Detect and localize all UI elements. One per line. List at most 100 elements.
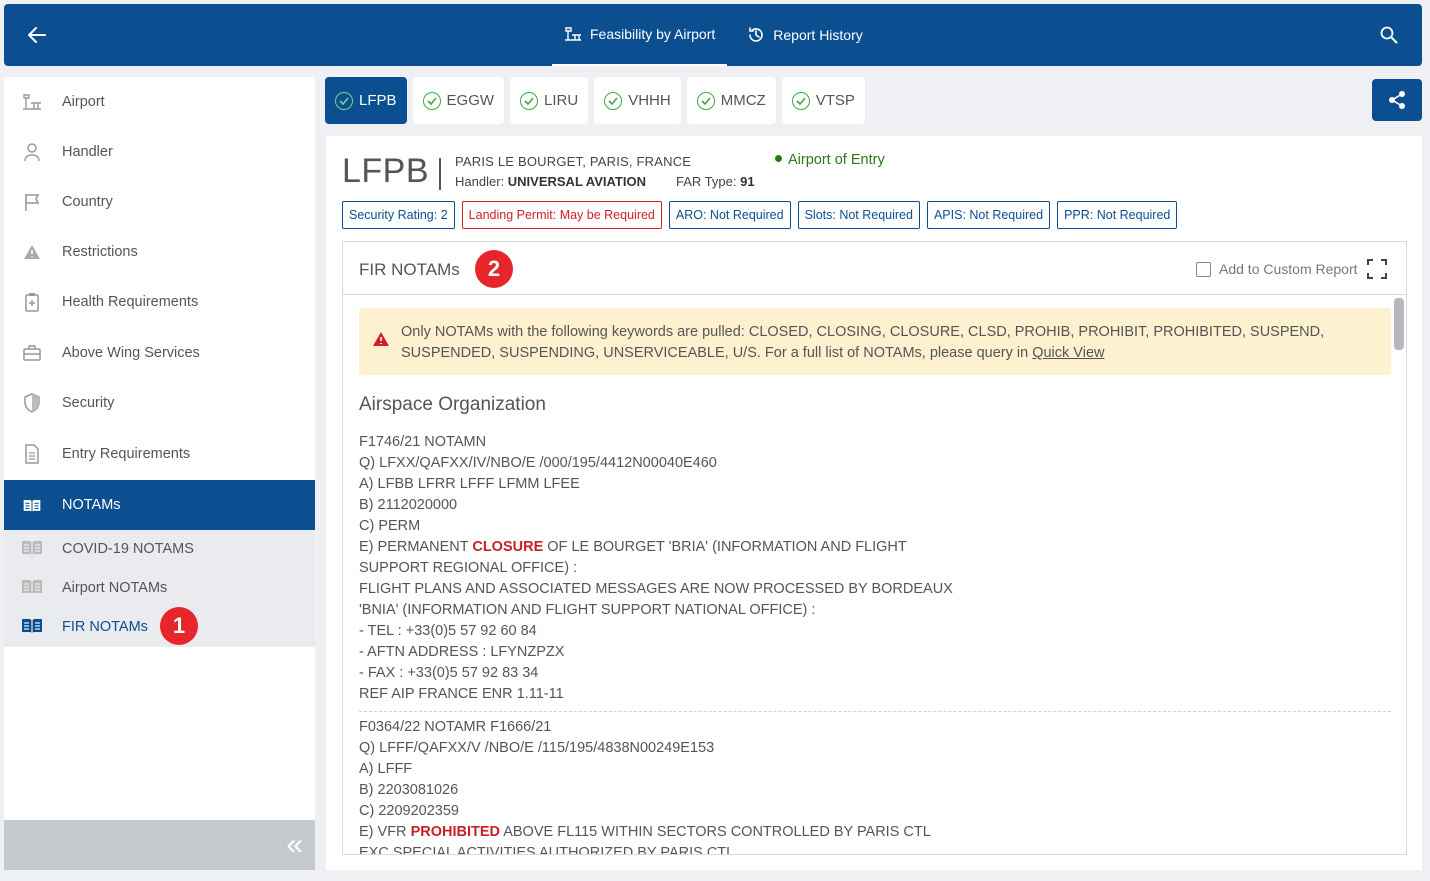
tab-lfpb[interactable]: LFPB (325, 77, 407, 124)
notam-keyword: PROHIBITED (410, 824, 500, 840)
chip-apis[interactable]: APIS: Not Required (926, 201, 1051, 229)
shield-icon (22, 393, 42, 413)
share-icon (1389, 91, 1405, 109)
notam-line: E) VFR PROHIBITED ABOVE FL115 WITHIN SEC… (359, 822, 1389, 843)
sidebar-item-entry-requirements[interactable]: Entry Requirements (4, 429, 315, 479)
add-to-custom-report-checkbox[interactable]: Add to Custom Report (1196, 261, 1358, 277)
warning-message: Only NOTAMs with the following keywords … (401, 324, 1325, 361)
expand-icon[interactable] (1366, 258, 1388, 285)
nav-label: Report History (773, 27, 863, 43)
sidebar-item-above-wing-services[interactable]: Above Wing Services (4, 328, 315, 378)
notam-line: 'BNIA' (INFORMATION AND FLIGHT SUPPORT N… (359, 602, 816, 618)
notam-line: F1746/21 NOTAMN (359, 434, 487, 450)
notam-line: A) LFBB LFRR LFFF LFMM LFEE (359, 476, 580, 492)
notam-text: E) PERMANENT (359, 539, 473, 555)
divider (439, 158, 441, 190)
tab-vhhh[interactable]: VHHH (594, 77, 681, 124)
section-heading: Airspace Organization (359, 394, 546, 415)
notam-line: E) PERMANENT CLOSURE OF LE BOURGET 'BRIA… (359, 537, 1389, 558)
check-circle-icon (696, 91, 715, 110)
tab-label: VHHH (628, 92, 671, 109)
book-icon (20, 538, 44, 560)
notams-scroll-area[interactable]: Only NOTAMs with the following keywords … (343, 296, 1406, 854)
airport-icon (565, 27, 581, 41)
sidebar-item-restrictions[interactable]: Restrictions (4, 227, 315, 277)
top-bar: Feasibility by Airport Report History (4, 4, 1422, 66)
sidebar-subitem-label: COVID-19 NOTAMS (62, 541, 194, 557)
notam-line: C) 2209202359 (359, 803, 459, 819)
sidebar-item-security[interactable]: Security (4, 378, 315, 428)
fir-notams-card: FIR NOTAMs 2 Add to Custom Report Only N… (342, 241, 1407, 855)
airport-name: PARIS LE BOURGET, PARIS, FRANCE (455, 154, 692, 169)
quick-view-link[interactable]: Quick View (1032, 345, 1104, 361)
check-circle-icon (335, 91, 353, 110)
card-header: FIR NOTAMs 2 Add to Custom Report (343, 242, 1406, 295)
sidebar-item-label: NOTAMs (62, 497, 121, 513)
sidebar-item-health-requirements[interactable]: Health Requirements (4, 277, 315, 327)
airport-icon (22, 92, 42, 112)
tab-label: MMCZ (720, 92, 766, 109)
sidebar-item-handler[interactable]: Handler (4, 127, 315, 177)
notam-line: B) 2203081026 (359, 782, 459, 798)
notam-entry: F1746/21 NOTAMN Q) LFXX/QAFXX/IV/NBO/E /0… (359, 432, 1389, 705)
tab-report-history[interactable]: Report History (735, 4, 874, 66)
notam-line: - TEL : +33(0)5 57 92 60 84 (359, 623, 537, 639)
tab-liru[interactable]: LIRU (510, 77, 589, 124)
sidebar-subitem-airport-notams[interactable]: Airport NOTAMs (4, 569, 315, 607)
checkbox-icon (1196, 261, 1211, 277)
notam-divider (359, 711, 1391, 712)
share-button[interactable] (1372, 79, 1422, 121)
tab-label: LFPB (359, 92, 397, 109)
sidebar-item-label: Above Wing Services (62, 345, 200, 361)
tab-mmcz[interactable]: MMCZ (686, 77, 776, 124)
notam-line: B) 2112020000 (359, 497, 458, 513)
chip-landing-permit[interactable]: Landing Permit: May be Required (461, 201, 662, 229)
notam-line: Q) LFXX/QAFXX/IV/NBO/E /000/195/4412N000… (359, 455, 717, 471)
book-icon (20, 616, 44, 638)
notam-text: E) VFR (359, 824, 411, 840)
chip-slots[interactable]: Slots: Not Required (797, 201, 920, 229)
notam-line: FLIGHT PLANS AND ASSOCIATED MESSAGES ARE… (359, 581, 953, 597)
tab-eggw[interactable]: EGGW (412, 77, 505, 124)
sidebar-item-label: Restrictions (62, 244, 138, 260)
far-type-label: FAR Type: (676, 174, 737, 189)
sidebar: Airport Handler Country Restrictions Hea… (4, 77, 315, 870)
scrollbar-thumb[interactable] (1394, 298, 1404, 350)
step-badge-1: 1 (160, 607, 198, 645)
check-circle-icon (520, 91, 539, 110)
health-icon (22, 292, 42, 312)
sidebar-item-notams[interactable]: NOTAMs (4, 480, 315, 530)
notam-keyword: CLOSURE (472, 539, 544, 555)
airport-of-entry-status: Airport of Entry (775, 152, 885, 168)
sidebar-item-airport[interactable]: Airport (4, 77, 315, 127)
far-type-value: 91 (740, 174, 755, 189)
sidebar-item-country[interactable]: Country (4, 177, 315, 227)
sidebar-subitem-covid-19-notams[interactable]: COVID-19 NOTAMS (4, 530, 315, 568)
handler-info: Handler: UNIVERSAL AVIATION (455, 174, 646, 189)
sidebar-item-label: Security (62, 395, 115, 411)
add-to-custom-report-label: Add to Custom Report (1219, 261, 1358, 277)
airport-panel: LFPB PARIS LE BOURGET, PARIS, FRANCE Han… (326, 136, 1422, 870)
double-chevron-left-icon: « (286, 828, 303, 861)
chip-security-rating[interactable]: Security Rating: 2 (342, 201, 455, 229)
keyword-warning-banner: Only NOTAMs with the following keywords … (359, 308, 1391, 375)
notams-subnav: COVID-19 NOTAMS Airport NOTAMs FIR NOTAM… (4, 530, 315, 647)
book-icon (22, 495, 42, 515)
tab-feasibility-by-airport[interactable]: Feasibility by Airport (552, 4, 728, 66)
sidebar-item-label: Entry Requirements (62, 446, 191, 462)
check-circle-icon (604, 91, 623, 110)
notam-text: OF LE BOURGET 'BRIA' (INFORMATION AND FL… (543, 539, 907, 555)
collapse-sidebar-button[interactable]: « (4, 820, 315, 870)
sidebar-item-label: Airport (62, 94, 105, 110)
card-title: FIR NOTAMs (359, 260, 460, 279)
tab-vtsp[interactable]: VTSP (781, 77, 865, 124)
chip-aro[interactable]: ARO: Not Required (668, 201, 791, 229)
tab-label: EGGW (446, 92, 495, 109)
search-icon[interactable] (1380, 26, 1398, 49)
step-badge-2: 2 (475, 250, 513, 288)
notam-line: A) LFFF (359, 761, 413, 777)
back-arrow-icon[interactable] (26, 24, 50, 46)
handler-label: Handler: (455, 174, 505, 189)
tab-label: VTSP (815, 92, 855, 109)
chip-ppr[interactable]: PPR: Not Required (1057, 201, 1178, 229)
